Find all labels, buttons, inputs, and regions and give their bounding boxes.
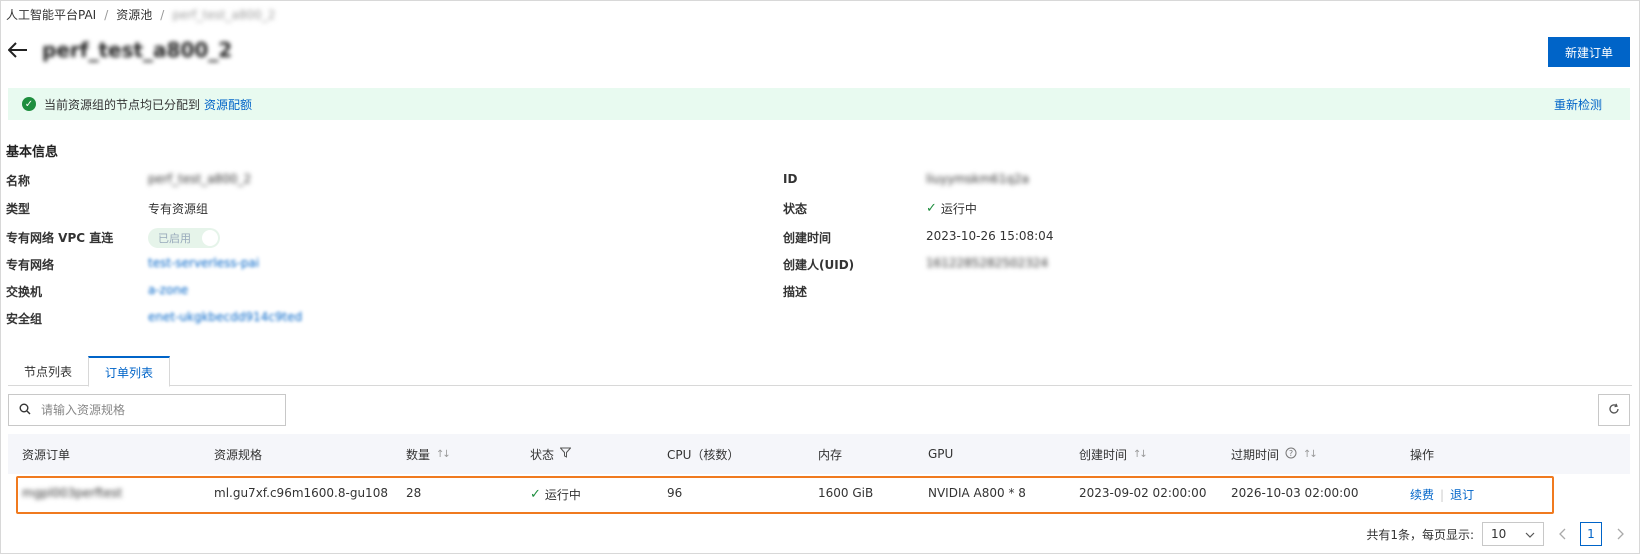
label-vpc: 专有网络 <box>6 258 55 272</box>
label-status: 状态 <box>783 202 808 216</box>
toggle-label: 已启用 <box>158 232 191 245</box>
cell-status: ✓ 运行中 <box>530 486 581 503</box>
tab-node-list[interactable]: 节点列表 <box>8 356 88 386</box>
pagination-summary: 共有1条，每页显示: <box>1366 527 1474 542</box>
label-name: 名称 <box>6 174 31 188</box>
vpc-link-text: test-serverless-pai <box>148 256 260 270</box>
page-size-select[interactable]: 10 <box>1482 522 1544 546</box>
page-size-value: 10 <box>1491 527 1507 541</box>
page-title: perf_test_a800_2 <box>42 38 233 62</box>
column-created-label: 创建时间 <box>1079 447 1128 462</box>
column-header-order: 资源订单 <box>22 447 71 462</box>
search-icon <box>19 403 31 418</box>
sort-icon[interactable]: ↑↓ <box>436 449 451 460</box>
spec-search-box <box>8 394 286 426</box>
recheck-link[interactable]: 重新检测 <box>1554 96 1602 113</box>
column-count-label: 数量 <box>406 447 431 462</box>
column-header-count[interactable]: 数量 ↑↓ <box>406 434 451 474</box>
label-vpc-direct: 专有网络 VPC 直连 <box>6 231 114 245</box>
section-title-basic-info: 基本信息 <box>6 145 59 160</box>
unsubscribe-link[interactable]: 退订 <box>1450 488 1474 502</box>
action-divider: | <box>1440 488 1445 502</box>
refresh-button[interactable] <box>1598 394 1630 426</box>
value-created-time: 2023-10-26 15:08:04 <box>926 229 1054 243</box>
allocation-notice: ✓ 当前资源组的节点均已分配到 资源配额 重新检测 <box>8 88 1630 120</box>
label-created-time: 创建时间 <box>783 231 832 245</box>
vswitch-link[interactable]: a-zone <box>148 283 188 297</box>
title-row: perf_test_a800_2 <box>6 38 232 62</box>
toggle-knob <box>202 230 218 246</box>
cell-count: 28 <box>406 486 422 500</box>
tab-order-list[interactable]: 订单列表 <box>88 356 171 387</box>
label-description: 描述 <box>783 285 808 299</box>
next-page-button[interactable] <box>1610 522 1630 546</box>
cell-gpu: NVIDIA A800 * 8 <box>928 486 1026 500</box>
cell-spec: ml.gu7xf.c96m1600.8-gu108 <box>214 486 388 500</box>
label-security-group: 安全组 <box>6 312 43 326</box>
resource-quota-link[interactable]: 资源配额 <box>204 96 252 113</box>
refresh-icon <box>1608 403 1620 418</box>
cell-actions: 续费 | 退订 <box>1410 486 1474 503</box>
table-header: 资源订单 资源规格 数量 ↑↓ 状态 CPU（核数） 内存 GPU 创建时间 ↑… <box>8 434 1630 474</box>
cell-memory: 1600 GiB <box>818 486 874 500</box>
column-header-memory: 内存 <box>818 447 843 462</box>
vswitch-link-text: a-zone <box>148 283 189 297</box>
column-status-label: 状态 <box>530 447 555 462</box>
filter-icon[interactable] <box>559 447 572 461</box>
search-input[interactable] <box>41 403 261 417</box>
label-creator-uid: 创建人(UID) <box>783 258 855 272</box>
value-status: ✓ 运行中 <box>926 200 977 217</box>
page-number-button[interactable]: 1 <box>1580 522 1602 546</box>
value-type: 专有资源组 <box>148 202 209 216</box>
prev-page-button[interactable] <box>1552 522 1572 546</box>
breadcrumb-item-resource-pool[interactable]: 资源池 <box>116 6 152 23</box>
value-name: perf_test_a800_2 <box>148 172 252 186</box>
column-header-created[interactable]: 创建时间 ↑↓ <box>1079 434 1148 474</box>
security-group-link-text: enet-ukgkbecdd914c9ted <box>148 310 303 324</box>
renew-link[interactable]: 续费 <box>1410 488 1434 502</box>
pagination: 共有1条，每页显示: 10 1 <box>1366 522 1630 546</box>
label-type: 类型 <box>6 202 31 216</box>
vpc-link[interactable]: test-serverless-pai <box>148 256 259 270</box>
column-expires-label: 过期时间 <box>1231 447 1280 462</box>
label-vswitch: 交换机 <box>6 285 43 299</box>
cell-cpu: 96 <box>667 486 683 500</box>
column-header-gpu: GPU <box>928 447 954 461</box>
column-header-spec: 资源规格 <box>214 447 263 462</box>
tab-bar: 节点列表 订单列表 <box>8 356 1632 387</box>
vpc-direct-toggle: 已启用 <box>148 228 220 248</box>
chevron-down-icon <box>1525 527 1535 541</box>
value-creator-uid: 1612285282502324 <box>926 256 1049 270</box>
cell-status-text: 运行中 <box>544 488 581 502</box>
sort-icon[interactable]: ↑↓ <box>1303 449 1318 460</box>
success-check-icon: ✓ <box>22 97 36 111</box>
sort-icon[interactable]: ↑↓ <box>1133 449 1148 460</box>
breadcrumb-item-pai[interactable]: 人工智能平台PAI <box>6 6 96 23</box>
cell-order: mgpl003perftest <box>22 486 123 500</box>
notice-text: 当前资源组的节点均已分配到 <box>44 97 201 112</box>
svg-text:?: ? <box>1289 449 1293 458</box>
column-header-actions: 操作 <box>1410 447 1435 462</box>
status-text: 运行中 <box>940 202 977 216</box>
cell-expires: 2026-10-03 02:00:00 <box>1231 486 1359 500</box>
column-header-expires[interactable]: 过期时间 ? ↑↓ <box>1231 434 1318 474</box>
label-id: ID <box>783 172 798 186</box>
running-check-icon: ✓ <box>926 201 937 216</box>
breadcrumb: 人工智能平台PAI / 资源池 / perf_test_a800_2 <box>6 6 275 23</box>
breadcrumb-separator: / <box>160 7 165 22</box>
value-id: liuyymskm61q2a <box>926 172 1029 186</box>
breadcrumb-separator: / <box>104 7 109 22</box>
new-order-button[interactable]: 新建订单 <box>1548 37 1630 67</box>
column-header-status[interactable]: 状态 <box>530 434 572 474</box>
back-arrow-icon[interactable] <box>6 38 30 62</box>
help-circle-icon[interactable]: ? <box>1285 447 1297 462</box>
breadcrumb-item-current: perf_test_a800_2 <box>172 7 276 22</box>
column-header-cpu: CPU（核数） <box>667 447 740 462</box>
cell-created: 2023-09-02 02:00:00 <box>1079 486 1207 500</box>
running-check-icon: ✓ <box>530 487 541 502</box>
security-group-link[interactable]: enet-ukgkbecdd914c9ted <box>148 310 302 324</box>
